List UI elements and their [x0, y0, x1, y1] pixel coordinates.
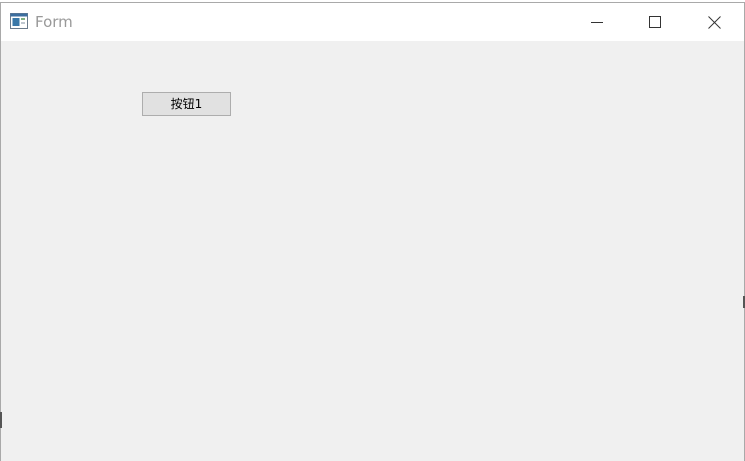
window-title: Form	[35, 13, 73, 31]
maximize-icon	[649, 16, 661, 28]
form-window: Form 按钮1	[0, 2, 745, 461]
minimize-button[interactable]	[568, 3, 626, 41]
close-icon	[707, 15, 721, 29]
maximize-button[interactable]	[626, 3, 684, 41]
button-1[interactable]: 按钮1	[142, 92, 231, 116]
close-button[interactable]	[685, 3, 743, 41]
minimize-icon	[591, 16, 603, 28]
window-edge-mark	[0, 412, 2, 428]
title-bar[interactable]: Form	[1, 3, 744, 41]
form-client-area: 按钮1	[1, 41, 744, 461]
form-window-icon[interactable]	[10, 13, 28, 29]
